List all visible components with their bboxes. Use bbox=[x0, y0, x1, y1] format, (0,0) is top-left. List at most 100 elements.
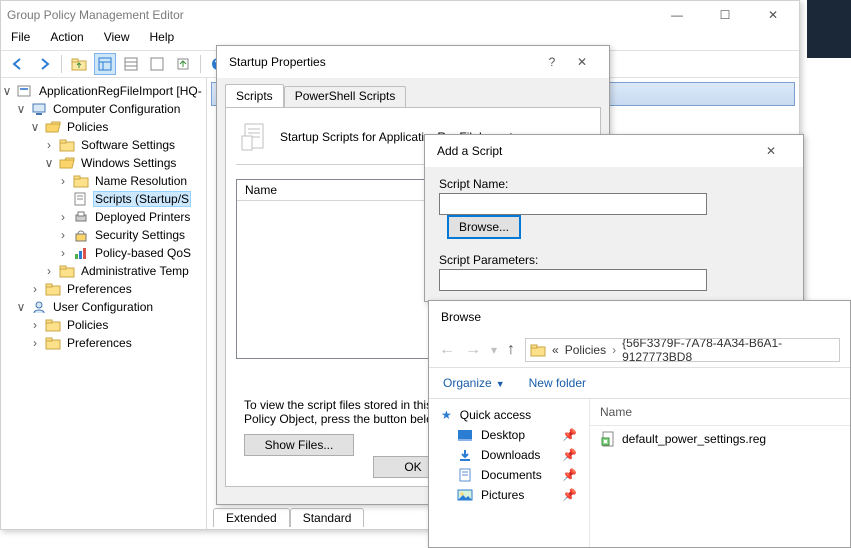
tree-security[interactable]: Security Settings bbox=[93, 227, 187, 243]
place-downloads[interactable]: Downloads📌 bbox=[439, 445, 579, 465]
close-button[interactable]: ✕ bbox=[753, 5, 793, 25]
forward-button[interactable] bbox=[33, 53, 55, 75]
show-files-button[interactable]: Show Files... bbox=[244, 434, 354, 456]
tab-standard[interactable]: Standard bbox=[290, 508, 365, 527]
expand-icon[interactable]: › bbox=[57, 246, 69, 260]
script-name-input[interactable] bbox=[439, 193, 707, 215]
pin-icon: 📌 bbox=[562, 488, 577, 502]
tree-nameres[interactable]: Name Resolution bbox=[93, 173, 189, 189]
path-seg-guid[interactable]: {56F3379F-7A78-4A34-B6A1-9127773BD8 bbox=[622, 338, 835, 362]
folder-icon bbox=[530, 343, 546, 357]
folder-icon bbox=[59, 137, 75, 153]
expand-icon[interactable]: ∨ bbox=[15, 300, 27, 314]
documents-icon bbox=[457, 468, 473, 482]
tree-printers[interactable]: Deployed Printers bbox=[93, 209, 192, 225]
back-button[interactable] bbox=[7, 53, 29, 75]
pin-icon: 📌 bbox=[562, 428, 577, 442]
maximize-button[interactable]: ☐ bbox=[705, 5, 745, 25]
user-icon bbox=[31, 299, 47, 315]
expand-icon[interactable]: › bbox=[57, 174, 69, 188]
tab-scripts[interactable]: Scripts bbox=[225, 84, 284, 107]
menu-file[interactable]: File bbox=[11, 30, 30, 48]
tree-admin[interactable]: Administrative Temp bbox=[79, 263, 191, 279]
qos-icon bbox=[73, 245, 89, 261]
expand-icon[interactable]: › bbox=[43, 138, 55, 152]
computer-icon bbox=[31, 101, 47, 117]
tree-software[interactable]: Software Settings bbox=[79, 137, 177, 153]
policy-root-icon bbox=[17, 83, 33, 99]
folder-icon bbox=[45, 335, 61, 351]
tree-root[interactable]: ApplicationRegFileImport [HQ- bbox=[37, 83, 204, 99]
menu-view[interactable]: View bbox=[104, 30, 130, 48]
list-view-icon[interactable] bbox=[120, 53, 142, 75]
expand-icon[interactable]: ∨ bbox=[43, 156, 55, 170]
menu-help[interactable]: Help bbox=[150, 30, 175, 48]
tree-pane: ∨ ApplicationRegFileImport [HQ- ∨ Computer… bbox=[1, 78, 207, 529]
expand-icon[interactable]: ∨ bbox=[29, 120, 41, 134]
script-params-input[interactable] bbox=[439, 269, 707, 291]
tree-windows[interactable]: Windows Settings bbox=[79, 155, 178, 171]
column-name[interactable]: Name bbox=[237, 180, 431, 200]
folder-icon bbox=[73, 173, 89, 189]
nav-history-icon[interactable]: ▾ bbox=[491, 343, 497, 357]
expand-icon[interactable]: ∨ bbox=[1, 84, 13, 98]
tree-user-policies[interactable]: Policies bbox=[65, 317, 110, 333]
dialog-title: Add a Script bbox=[437, 144, 751, 158]
expand-icon[interactable]: › bbox=[57, 228, 69, 242]
desktop-icon bbox=[457, 428, 473, 442]
tree-user-config[interactable]: User Configuration bbox=[51, 299, 155, 315]
script-params-label: Script Parameters: bbox=[439, 253, 789, 267]
expand-icon[interactable]: › bbox=[29, 318, 41, 332]
expand-icon[interactable]: › bbox=[57, 210, 69, 224]
column-name[interactable]: Name bbox=[590, 399, 850, 426]
help-button[interactable]: ? bbox=[537, 55, 567, 69]
tab-extended[interactable]: Extended bbox=[213, 508, 290, 527]
nav-back-icon[interactable]: ← bbox=[439, 341, 455, 359]
tree-prefs[interactable]: Preferences bbox=[65, 281, 134, 297]
tree-view-icon[interactable] bbox=[94, 53, 116, 75]
expand-icon[interactable]: › bbox=[29, 336, 41, 350]
minimize-button[interactable]: — bbox=[657, 5, 697, 25]
nav-up-icon[interactable]: ↑ bbox=[507, 341, 515, 359]
folder-up-icon[interactable] bbox=[68, 53, 90, 75]
close-button[interactable]: ✕ bbox=[567, 55, 597, 69]
place-documents[interactable]: Documents📌 bbox=[439, 465, 579, 485]
browse-button[interactable]: Browse... bbox=[447, 215, 521, 239]
downloads-icon bbox=[457, 448, 473, 462]
titlebar: Group Policy Management Editor — ☐ ✕ bbox=[1, 1, 799, 28]
menu-action[interactable]: Action bbox=[50, 30, 83, 48]
file-item[interactable]: default_power_settings.reg bbox=[590, 426, 850, 452]
expand-icon[interactable]: › bbox=[43, 264, 55, 278]
close-button[interactable]: ✕ bbox=[751, 144, 791, 158]
places-pane: ★Quick access Desktop📌 Downloads📌 Docume… bbox=[429, 399, 589, 547]
tree-user-prefs[interactable]: Preferences bbox=[65, 335, 134, 351]
tab-powershell[interactable]: PowerShell Scripts bbox=[284, 86, 407, 107]
dialog-title: Startup Properties bbox=[229, 55, 537, 69]
pictures-icon bbox=[457, 488, 473, 502]
tree-computer-config[interactable]: Computer Configuration bbox=[51, 101, 182, 117]
folder-icon bbox=[59, 263, 75, 279]
organize-menu[interactable]: Organize▼ bbox=[443, 376, 505, 390]
tree-scripts[interactable]: Scripts (Startup/S bbox=[93, 191, 191, 207]
export-icon[interactable] bbox=[172, 53, 194, 75]
expand-icon[interactable]: ∨ bbox=[15, 102, 27, 116]
chevron-right-icon[interactable]: › bbox=[612, 343, 616, 357]
file-list-pane: Name default_power_settings.reg bbox=[589, 399, 850, 547]
expand-icon[interactable]: › bbox=[29, 282, 41, 296]
place-desktop[interactable]: Desktop📌 bbox=[439, 425, 579, 445]
background-strip bbox=[807, 0, 851, 58]
file-name: default_power_settings.reg bbox=[622, 432, 766, 446]
place-pictures[interactable]: Pictures📌 bbox=[439, 485, 579, 505]
browse-dialog: Browse ← → ▾ ↑ « Policies › {56F3379F-7A… bbox=[428, 300, 851, 548]
address-bar[interactable]: « Policies › {56F3379F-7A78-4A34-B6A1-91… bbox=[525, 338, 840, 362]
tree-qos[interactable]: Policy-based QoS bbox=[93, 245, 193, 261]
path-seg-policies[interactable]: Policies bbox=[565, 343, 606, 357]
new-folder-button[interactable]: New folder bbox=[529, 376, 586, 390]
path-prefix: « bbox=[552, 343, 559, 357]
scripts-icon bbox=[73, 191, 89, 207]
nav-forward-icon[interactable]: → bbox=[465, 341, 481, 359]
detail-view-icon[interactable] bbox=[146, 53, 168, 75]
tree-policies[interactable]: Policies bbox=[65, 119, 110, 135]
star-icon: ★ bbox=[441, 408, 452, 422]
quick-access-item[interactable]: ★Quick access bbox=[439, 405, 579, 425]
